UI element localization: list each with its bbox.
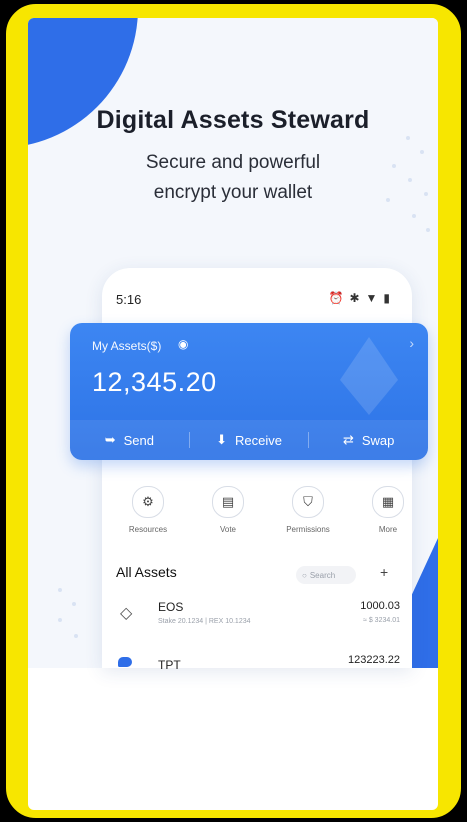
all-assets-title: All Assets xyxy=(116,564,177,580)
eos-logo-watermark xyxy=(340,337,398,415)
assets-card[interactable]: My Assets($) ◉ › 12,345.20 ➥ Send ⬇ Rece… xyxy=(70,323,428,460)
quick-actions: ⚙ Resources ▤ Vote ⛉ Permissions ▦ More xyxy=(120,486,420,546)
send-button[interactable]: ➥ Send xyxy=(70,432,189,448)
status-time: 5:16 xyxy=(116,292,142,307)
grid-icon: ▦ xyxy=(372,486,404,518)
app-screenshot: Digital Assets Steward Secure and powerf… xyxy=(28,18,438,810)
eye-icon[interactable]: ◉ xyxy=(178,337,188,351)
battery-icon: ▮ xyxy=(383,291,396,305)
search-input[interactable]: ○ Search xyxy=(296,566,356,584)
wifi-icon: ▼ xyxy=(365,291,384,305)
quick-action-more[interactable]: ▦ More xyxy=(360,486,416,534)
promo-background: Digital Assets Steward Secure and powerf… xyxy=(28,18,438,672)
promo-subline: encrypt your wallet xyxy=(153,182,313,203)
receive-button[interactable]: ⬇ Receive xyxy=(190,432,309,448)
tpt-icon xyxy=(118,657,132,667)
eos-icon: ◇ xyxy=(120,605,133,622)
receive-icon: ⬇ xyxy=(216,432,227,447)
swap-button[interactable]: ⇄ Swap xyxy=(309,432,428,448)
device-frame: Digital Assets Steward Secure and powerf… xyxy=(6,4,461,818)
quick-action-permissions[interactable]: ⛉ Permissions xyxy=(280,486,336,534)
shield-icon: ⛉ xyxy=(292,486,324,518)
assets-amount: 12,345.20 xyxy=(92,367,217,397)
send-icon: ➥ xyxy=(104,432,116,447)
quick-action-resources[interactable]: ⚙ Resources xyxy=(120,486,176,534)
vote-icon: ▤ xyxy=(212,486,244,518)
assets-label: My Assets($) xyxy=(92,339,162,353)
card-actions: ➥ Send ⬇ Receive ⇄ Swap xyxy=(70,420,428,460)
alarm-icon: ⏰ xyxy=(328,291,350,305)
promo-headline: Digital Assets Steward xyxy=(96,106,370,134)
status-icons: ⏰✱▼▮ xyxy=(328,291,396,305)
add-asset-button[interactable]: + xyxy=(380,564,388,580)
bluetooth-icon: ✱ xyxy=(349,291,366,305)
quick-action-vote[interactable]: ▤ Vote xyxy=(200,486,256,534)
resources-icon: ⚙ xyxy=(132,486,164,518)
swap-icon: ⇄ xyxy=(342,432,354,447)
search-icon: ○ xyxy=(302,570,307,580)
promo-subline: Secure and powerful xyxy=(145,152,321,173)
chevron-right-icon[interactable]: › xyxy=(409,335,414,351)
